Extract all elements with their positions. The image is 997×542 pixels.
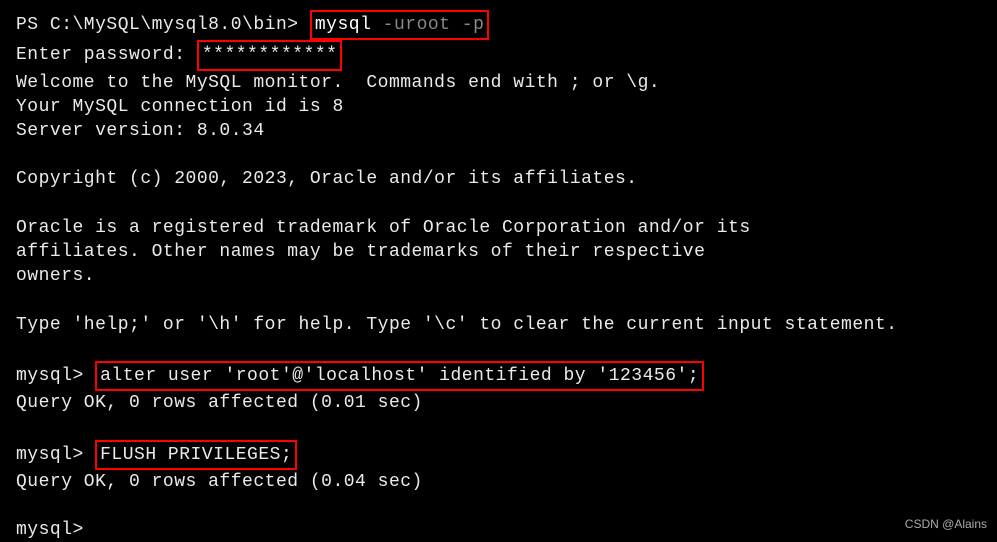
query-ok-2: Query OK, 0 rows affected (0.04 sec) xyxy=(16,470,981,494)
flush-privileges-line: mysql> FLUSH PRIVILEGES; xyxy=(16,440,981,470)
help-line: Type 'help;' or '\h' for help. Type '\c'… xyxy=(16,313,981,337)
blank-line xyxy=(16,192,981,216)
blank-line xyxy=(16,494,981,518)
highlight-mysql-command: mysql -uroot -p xyxy=(310,10,490,40)
mysql-command-args: -uroot -p xyxy=(371,15,484,35)
blank-line xyxy=(16,289,981,313)
highlight-flush-privileges: FLUSH PRIVILEGES; xyxy=(95,440,297,470)
trademark-line-1: Oracle is a registered trademark of Orac… xyxy=(16,216,981,240)
trademark-line-3: owners. xyxy=(16,264,981,288)
password-line: Enter password: ************ xyxy=(16,40,981,70)
mysql-command-name: mysql xyxy=(315,15,372,35)
server-version-line: Server version: 8.0.34 xyxy=(16,119,981,143)
ps-prompt: PS C:\MySQL\mysql8.0\bin> xyxy=(16,15,299,35)
query-ok-1: Query OK, 0 rows affected (0.01 sec) xyxy=(16,391,981,415)
blank-line xyxy=(16,416,981,440)
blank-line xyxy=(16,337,981,361)
trademark-line-2: affiliates. Other names may be trademark… xyxy=(16,240,981,264)
watermark: CSDN @Alains xyxy=(905,516,987,532)
terminal-output[interactable]: PS C:\MySQL\mysql8.0\bin> mysql -uroot -… xyxy=(16,10,981,542)
enter-password-label: Enter password: xyxy=(16,45,186,65)
mysql-prompt-empty: mysql> xyxy=(16,518,981,542)
mysql-prompt: mysql> xyxy=(16,445,84,465)
connection-id-line: Your MySQL connection id is 8 xyxy=(16,95,981,119)
mysql-prompt: mysql> xyxy=(16,366,84,386)
highlight-alter-user: alter user 'root'@'localhost' identified… xyxy=(95,361,704,391)
copyright-line: Copyright (c) 2000, 2023, Oracle and/or … xyxy=(16,167,981,191)
mysql-prompt: mysql> xyxy=(16,520,84,540)
welcome-line: Welcome to the MySQL monitor. Commands e… xyxy=(16,71,981,95)
highlight-password: ************ xyxy=(197,40,343,70)
alter-user-line: mysql> alter user 'root'@'localhost' ide… xyxy=(16,361,981,391)
blank-line xyxy=(16,143,981,167)
prompt-line-1: PS C:\MySQL\mysql8.0\bin> mysql -uroot -… xyxy=(16,10,981,40)
